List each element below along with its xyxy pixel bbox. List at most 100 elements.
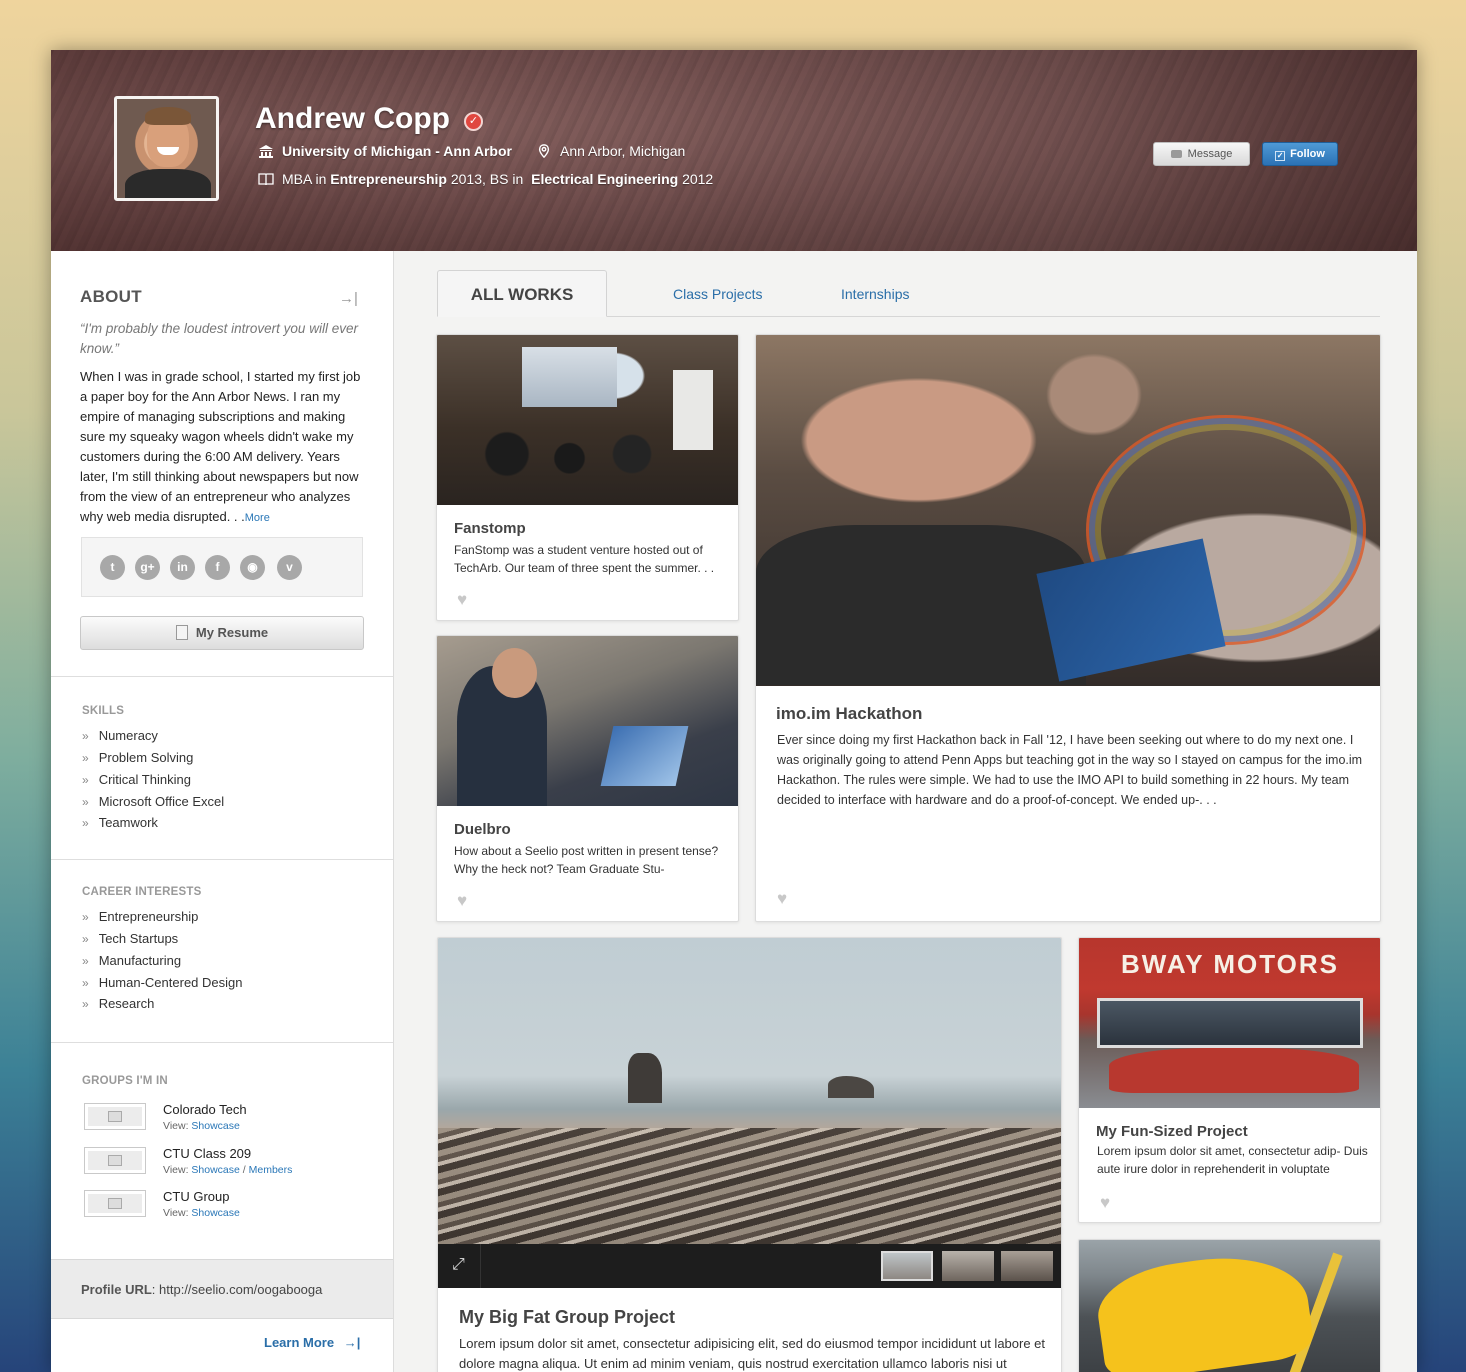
tab-internships[interactable]: Internships <box>841 286 909 302</box>
card-title[interactable]: imo.im Hackathon <box>776 704 922 724</box>
university-line: University of Michigan - Ann Arbor <box>258 143 512 159</box>
bio-text: When I was in grade school, I started my… <box>80 369 361 524</box>
profile-name: Andrew Copp <box>255 102 450 135</box>
group-image-placeholder[interactable] <box>84 1190 146 1217</box>
like-heart-icon[interactable]: ♥ <box>457 591 475 608</box>
card-title[interactable]: Fanstomp <box>454 520 526 537</box>
linkedin-icon[interactable]: in <box>170 555 195 580</box>
gallery-thumbnail[interactable] <box>1001 1251 1053 1281</box>
work-card-fanstomp[interactable]: Fanstomp FanStomp was a student venture … <box>436 334 739 621</box>
skill-item[interactable]: » Microsoft Office Excel <box>82 794 224 809</box>
skill-item[interactable]: » Problem Solving <box>82 750 193 765</box>
message-button[interactable]: Message <box>1153 142 1250 166</box>
resume-button[interactable]: My Resume <box>80 616 364 650</box>
learn-more-link[interactable]: Learn More →| <box>264 1335 360 1350</box>
showcase-link[interactable]: Showcase <box>191 1207 239 1219</box>
card-title[interactable]: My Big Fat Group Project <box>459 1307 675 1328</box>
document-icon <box>175 625 188 640</box>
group-name[interactable]: CTU Class 209 <box>163 1146 251 1161</box>
follow-label: Follow <box>1290 148 1325 160</box>
group-image-placeholder[interactable] <box>84 1147 146 1174</box>
career-item[interactable]: » Tech Startups <box>82 931 178 946</box>
card-title[interactable]: Duelbro <box>454 821 511 838</box>
twitter-icon[interactable]: t <box>100 555 125 580</box>
location-text: Ann Arbor, Michigan <box>560 143 686 159</box>
degree-1-field: Entrepreneurship <box>330 171 447 187</box>
image-icon <box>108 1111 122 1122</box>
taxi-photo[interactable] <box>1079 1240 1380 1372</box>
avatar[interactable] <box>114 96 219 201</box>
beach-photo[interactable] <box>438 938 1061 1244</box>
facebook-icon[interactable]: f <box>205 555 230 580</box>
profile-url[interactable]: Profile URL: http://seelio.com/oogabooga <box>81 1282 322 1297</box>
group-name[interactable]: Colorado Tech <box>163 1102 247 1117</box>
showcase-link[interactable]: Showcase <box>191 1120 239 1132</box>
tab-all-works[interactable]: ALL WORKS <box>437 270 607 317</box>
work-card-fun-sized-project[interactable]: BWAY MOTORS My Fun-Sized Project Lorem i… <box>1078 937 1381 1223</box>
members-link[interactable]: Members <box>249 1164 293 1176</box>
showcase-link[interactable]: Showcase <box>191 1164 239 1176</box>
profile-url-value: : http://seelio.com/oogabooga <box>151 1282 323 1297</box>
group-name[interactable]: CTU Group <box>163 1189 229 1204</box>
skill-item[interactable]: » Critical Thinking <box>82 772 191 787</box>
like-heart-icon[interactable]: ♥ <box>1100 1194 1118 1211</box>
work-card-big-fat-group-project[interactable]: ⤢ My Big Fat Group Project Lorem ipsum d… <box>437 937 1062 1372</box>
image-icon <box>108 1155 122 1166</box>
divider <box>51 859 393 860</box>
skill-item[interactable]: » Teamwork <box>82 815 158 830</box>
gallery-bar: ⤢ <box>438 1244 1061 1288</box>
more-link[interactable]: More <box>245 512 270 524</box>
degree-prefix: MBA in <box>282 171 331 187</box>
hackathon-photo[interactable] <box>756 335 1380 686</box>
group-image-placeholder[interactable] <box>84 1103 146 1130</box>
career-item[interactable]: » Human-Centered Design <box>82 975 242 990</box>
career-item[interactable]: » Entrepreneurship <box>82 909 198 924</box>
profile-page: Andrew Copp ✓ University of Michigan - A… <box>51 50 1417 1372</box>
tab-class-projects[interactable]: Class Projects <box>673 286 762 302</box>
card-description: Lorem ipsum dolor sit amet, consectetur … <box>1097 1144 1368 1176</box>
divider <box>51 676 393 677</box>
double-chevron-icon: » <box>82 751 89 765</box>
verified-icon: ✓ <box>464 112 483 131</box>
about-quote: “I'm probably the loudest introvert you … <box>80 321 358 356</box>
google-plus-icon[interactable]: g+ <box>135 555 160 580</box>
group-view-links: View: Showcase / Members <box>163 1164 293 1176</box>
degree-2-year: 2012 <box>678 171 714 187</box>
social-links: t g+ in f ◉ v <box>81 537 363 597</box>
double-chevron-icon: » <box>82 910 89 924</box>
card-title[interactable]: My Fun-Sized Project <box>1096 1123 1248 1140</box>
fanstomp-photo[interactable] <box>437 335 738 505</box>
profile-url-label: Profile URL <box>81 1282 152 1297</box>
gallery-thumbnail[interactable] <box>942 1251 994 1281</box>
message-label: Message <box>1187 148 1233 160</box>
github-icon[interactable]: ◉ <box>240 555 265 580</box>
work-card-hackathon[interactable]: imo.im Hackathon Ever since doing my fir… <box>755 334 1381 922</box>
card-description: Lorem ipsum dolor sit amet, consectetur … <box>459 1336 1046 1371</box>
vimeo-icon[interactable]: v <box>277 555 302 580</box>
image-icon <box>108 1198 122 1209</box>
expand-icon[interactable]: ⤢ <box>452 1256 465 1274</box>
double-chevron-icon: » <box>82 816 89 830</box>
chat-icon <box>1170 150 1182 158</box>
follow-button[interactable]: ✓ Follow <box>1262 142 1338 166</box>
career-item[interactable]: » Research <box>82 996 154 1011</box>
like-heart-icon[interactable]: ♥ <box>777 890 795 907</box>
duelbro-photo[interactable] <box>437 636 738 806</box>
skill-item[interactable]: » Numeracy <box>82 728 158 743</box>
profile-url-box: Profile URL: http://seelio.com/oogabooga <box>51 1259 393 1319</box>
motors-photo[interactable]: BWAY MOTORS <box>1079 938 1380 1108</box>
gallery-thumbnail[interactable] <box>881 1251 933 1281</box>
resume-label: My Resume <box>195 625 269 640</box>
double-chevron-icon: » <box>82 932 89 946</box>
work-card-duelbro[interactable]: Duelbro How about a Seelio post written … <box>436 635 739 922</box>
card-description: Ever since doing my first Hackathon back… <box>777 733 1363 807</box>
like-heart-icon[interactable]: ♥ <box>457 892 475 909</box>
double-chevron-icon: » <box>82 976 89 990</box>
collapse-sidebar-icon[interactable]: →| <box>339 290 358 307</box>
groups-title: GROUPS I'M IN <box>82 1075 168 1087</box>
group-view-links: View: Showcase <box>163 1207 240 1219</box>
double-chevron-icon: » <box>82 997 89 1011</box>
career-item[interactable]: » Manufacturing <box>82 953 181 968</box>
university-name[interactable]: University of Michigan - Ann Arbor <box>282 143 512 159</box>
work-card-taxi[interactable] <box>1078 1239 1381 1372</box>
